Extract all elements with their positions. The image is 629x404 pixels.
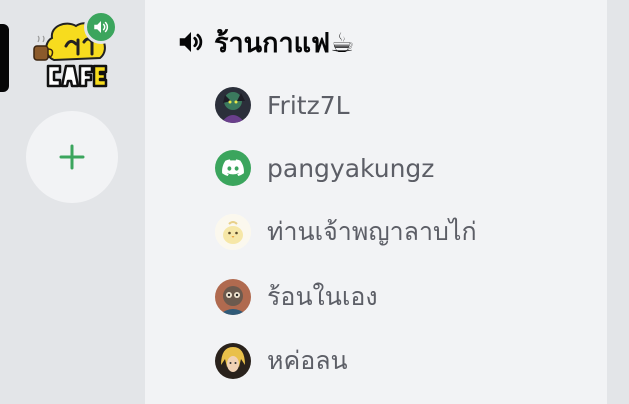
voice-channel-item[interactable]: ร้านกาแฟ☕ xyxy=(176,20,587,64)
anime-character-avatar xyxy=(215,87,251,123)
server-rail xyxy=(0,0,145,404)
cartoon-avatar xyxy=(215,279,251,315)
voice-user-name: ร้อนในเอง xyxy=(267,282,378,311)
voice-user-name: หค่อลน xyxy=(267,346,348,375)
speaker-icon xyxy=(94,21,109,33)
voice-user-name: Fritz7L xyxy=(267,90,350,120)
voice-user-item[interactable]: หค่อลน xyxy=(215,340,587,382)
voice-user-name: pangyakungz xyxy=(267,153,435,183)
voice-user-item[interactable]: Fritz7L xyxy=(215,84,587,126)
cafe-lettering xyxy=(46,64,108,88)
active-server-indicator xyxy=(0,24,9,92)
blonde-character-avatar xyxy=(215,343,251,379)
voice-user-item[interactable]: pangyakungz xyxy=(215,147,587,189)
speaker-icon xyxy=(179,32,203,52)
voice-user-name: ท่านเจ้าพญาลาบไก่ xyxy=(267,217,477,246)
voice-user-item[interactable]: ท่านเจ้าพญาลาบไก่ xyxy=(215,211,587,253)
voice-channel-name: ร้านกาแฟ☕ xyxy=(214,27,355,59)
plus-icon xyxy=(59,144,85,170)
scrollbar-track[interactable] xyxy=(607,0,629,404)
channel-panel: ร้านกาแฟ☕ Fritz7L pangyakungz ท่านเจ้าพญ… xyxy=(145,0,607,404)
add-server-button[interactable] xyxy=(26,111,118,203)
voice-connected-badge xyxy=(84,10,118,44)
discord-default-avatar xyxy=(215,150,251,186)
discord-logo-icon xyxy=(222,159,244,177)
voice-user-item[interactable]: ร้อนในเอง xyxy=(215,276,587,318)
chick-avatar xyxy=(215,214,251,250)
discord-window: ร้านกาแฟ☕ Fritz7L pangyakungz ท่านเจ้าพญ… xyxy=(0,0,629,404)
